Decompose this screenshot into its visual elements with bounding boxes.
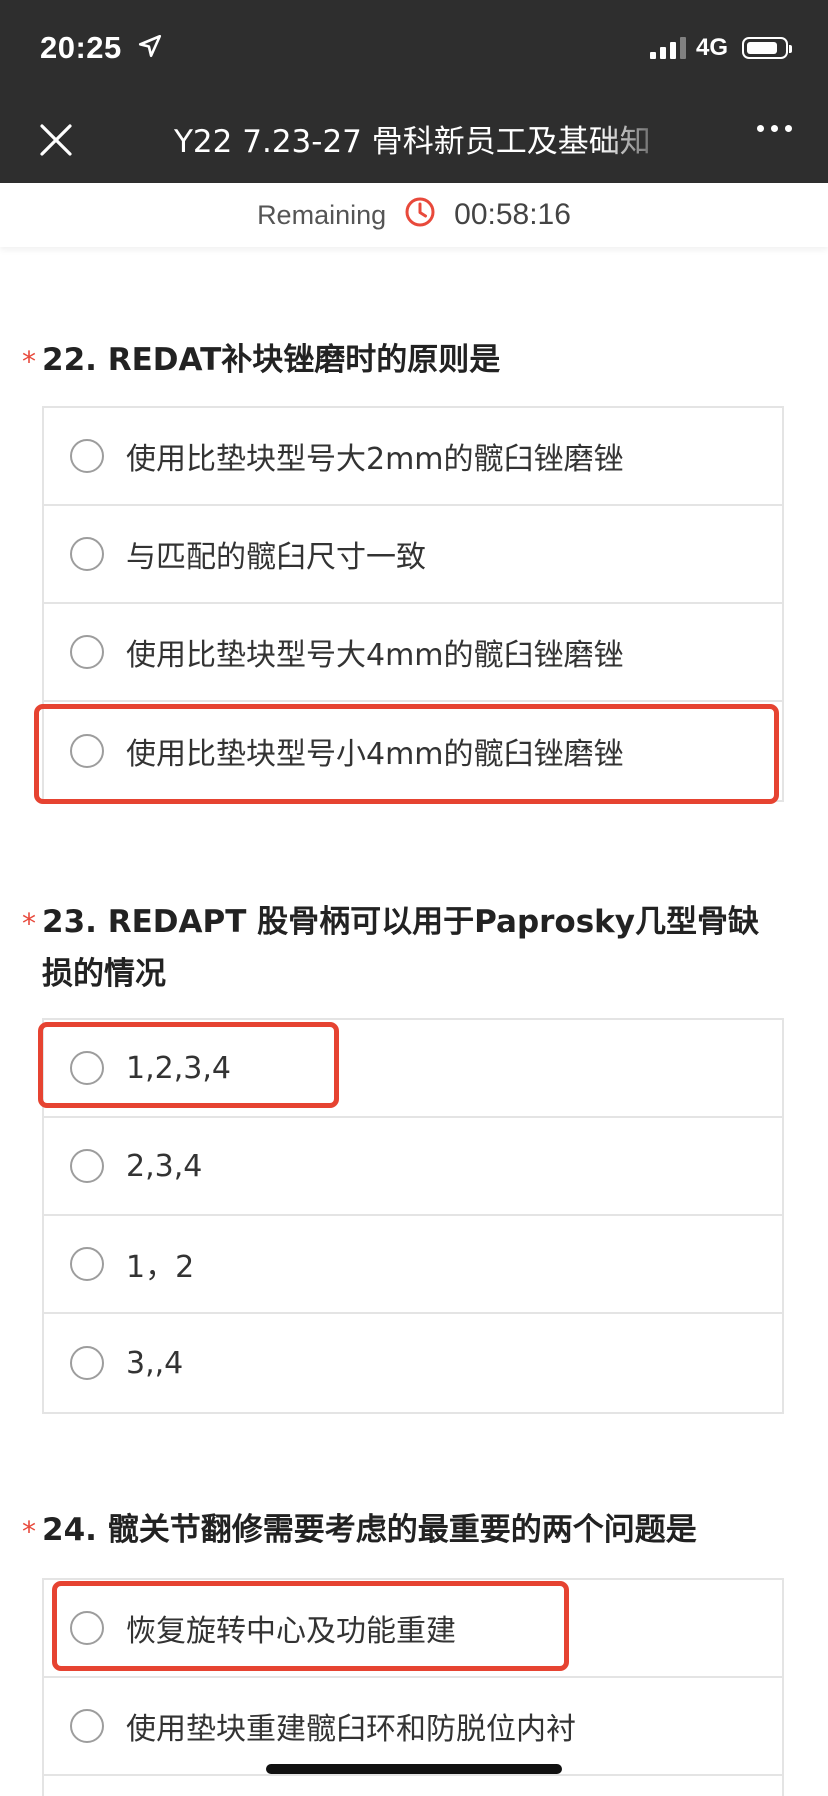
option-label: 使用比垫块型号大2mm的髋臼锉磨锉 [126,442,624,477]
question-text: 22. REDAT补块锉磨时的原则是 [42,342,501,378]
option-item[interactable]: 恢复旋转中心及功能重建 [44,1580,782,1678]
radio-button[interactable] [70,1149,104,1183]
radio-button[interactable] [70,1346,104,1380]
more-dot-icon [757,125,764,132]
option-item-partial [44,1776,782,1796]
option-label: 使用垫块重建髋臼环和防脱位内衬 [126,1712,576,1747]
option-item[interactable]: 使用垫块重建髋臼环和防脱位内衬 [44,1678,782,1776]
question-24: * 24. 髋关节翻修需要考虑的最重要的两个问题是 [0,1504,828,1556]
option-item[interactable]: 2,3,4 [44,1118,782,1216]
timer-value: 00:58:16 [454,198,571,231]
top-bar: 20:25 4G Y22 7.23-27 骨科新员工及基础知 [0,0,828,183]
radio-button[interactable] [70,439,104,473]
options-list: 使用比垫块型号大2mm的髋臼锉磨锉 与匹配的髋臼尺寸一致 使用比垫块型号大4mm… [42,406,784,802]
clock-icon [404,196,436,235]
page-title: Y22 7.23-27 骨科新员工及基础知 [174,124,651,160]
required-marker: * [22,345,36,378]
radio-button[interactable] [70,1611,104,1645]
more-options-button[interactable] [757,125,792,132]
signal-icon [649,37,686,59]
question-title: * 22. REDAT补块锉磨时的原则是 [22,334,782,386]
required-marker: * [22,1515,36,1548]
question-23: * 23. REDAPT 股骨柄可以用于Paprosky几型骨缺损的情况 [0,896,828,1000]
more-dot-icon [771,125,778,132]
question-text: 23. REDAPT 股骨柄可以用于Paprosky几型骨缺损的情况 [42,904,759,992]
question-title: * 23. REDAPT 股骨柄可以用于Paprosky几型骨缺损的情况 [22,896,782,1000]
question-title: * 24. 髋关节翻修需要考虑的最重要的两个问题是 [22,1504,782,1556]
option-item[interactable]: 使用比垫块型号大2mm的髋臼锉磨锉 [44,408,782,506]
option-item[interactable]: 1,2,3,4 [44,1020,782,1118]
question-22: * 22. REDAT补块锉磨时的原则是 [0,334,828,386]
option-label: 使用比垫块型号小4mm的髋臼锉磨锉 [126,737,624,772]
radio-button[interactable] [70,635,104,669]
battery-icon [742,37,792,59]
timer-bar: Remaining 00:58:16 [0,183,828,247]
option-item[interactable]: 使用比垫块型号小4mm的髋臼锉磨锉 [44,702,782,800]
radio-button[interactable] [70,537,104,571]
option-label: 与匹配的髋臼尺寸一致 [126,540,426,575]
option-label: 2,3,4 [126,1148,203,1184]
close-button[interactable] [36,120,76,160]
option-item[interactable]: 1，2 [44,1216,782,1314]
home-indicator[interactable] [266,1764,562,1774]
radio-button[interactable] [70,734,104,768]
option-label: 1，2 [126,1250,195,1285]
status-indicators: 4G [649,34,792,62]
option-label: 3,,4 [126,1345,184,1381]
network-type: 4G [695,34,728,61]
status-time: 20:25 [40,30,122,65]
option-item[interactable]: 使用比垫块型号大4mm的髋臼锉磨锉 [44,604,782,702]
more-dot-icon [785,125,792,132]
question-text: 24. 髋关节翻修需要考虑的最重要的两个问题是 [42,1512,697,1548]
option-item[interactable]: 3,,4 [44,1314,782,1412]
option-label: 使用比垫块型号大4mm的髋臼锉磨锉 [126,638,624,673]
required-marker: * [22,907,36,940]
option-item[interactable]: 与匹配的髋臼尺寸一致 [44,506,782,604]
timer-label: Remaining [257,199,387,230]
radio-button[interactable] [70,1709,104,1743]
radio-button[interactable] [70,1247,104,1281]
location-arrow-icon [137,33,163,63]
close-icon [40,124,72,156]
options-list: 1,2,3,4 2,3,4 1，2 3,,4 [42,1018,784,1414]
option-label: 恢复旋转中心及功能重建 [126,1614,456,1649]
radio-button[interactable] [70,1051,104,1085]
option-label: 1,2,3,4 [126,1050,231,1086]
